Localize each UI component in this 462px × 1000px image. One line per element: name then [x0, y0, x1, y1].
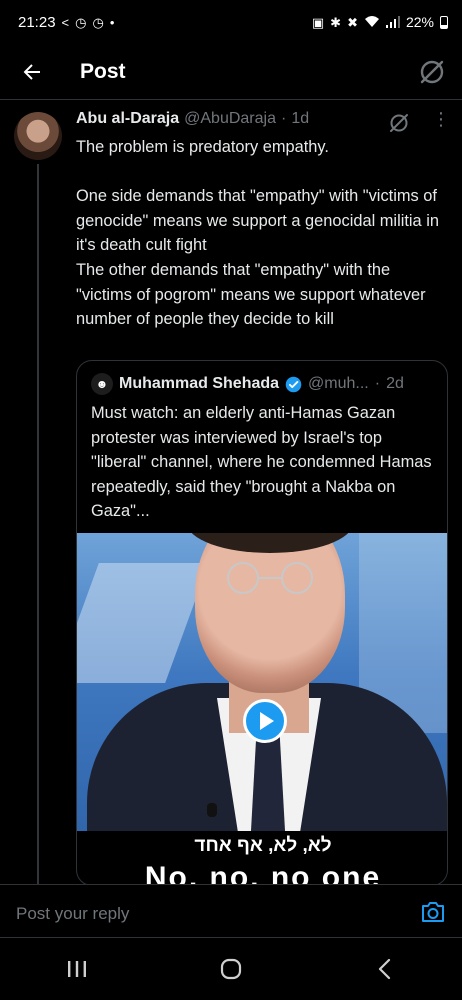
- grok-icon[interactable]: [388, 112, 410, 134]
- battery-icon: [440, 15, 448, 29]
- share-icon: <: [61, 14, 70, 30]
- back-nav-button[interactable]: [355, 949, 415, 989]
- wifi-icon: [364, 16, 379, 27]
- video-background: [77, 563, 209, 683]
- avatar[interactable]: [14, 112, 62, 160]
- tweet-time[interactable]: 1d: [291, 110, 309, 128]
- signal-icon: [385, 16, 400, 28]
- home-icon: [220, 958, 242, 980]
- status-right: ▣ ✱ ✖ 22%: [312, 14, 448, 30]
- reply-bar: Post your reply: [0, 884, 462, 938]
- reply-input[interactable]: Post your reply: [16, 904, 129, 924]
- grok-icon[interactable]: [418, 58, 446, 86]
- quote-author-handle: @muh...: [308, 375, 369, 392]
- home-button[interactable]: [201, 949, 261, 989]
- play-button[interactable]: [243, 699, 287, 743]
- author-name[interactable]: Abu al-Daraja: [76, 110, 179, 128]
- subtitle-english: No, no, no one: [144, 861, 382, 886]
- status-time: 21:23: [18, 13, 56, 31]
- dot-icon: •: [109, 14, 115, 30]
- more-options-button[interactable]: ⋮: [432, 110, 450, 128]
- recent-apps-button[interactable]: [47, 949, 107, 989]
- tweet-header: Abu al-Daraja @AbuDaraja · 1d: [76, 110, 309, 128]
- video-player[interactable]: לא, לא, אף אחד No, no, no one: [77, 533, 447, 886]
- verified-badge-icon: [285, 376, 302, 392]
- mute-icon: ✖: [347, 14, 358, 30]
- quote-header: ☻ Muhammad Shehada @muh... · 2d: [91, 373, 404, 395]
- quote-text: Must watch: an elderly anti-Hamas Gazan …: [91, 404, 432, 521]
- subtitle-hebrew: לא, לא, אף אחד: [194, 835, 332, 856]
- separator-dot: ·: [374, 375, 381, 392]
- tweet-text: The problem is predatory empathy. One si…: [76, 138, 439, 329]
- bluetooth-icon: ✱: [330, 14, 342, 30]
- quote-avatar[interactable]: ☻: [91, 373, 113, 395]
- video-microphone: [207, 803, 217, 817]
- back-button[interactable]: [0, 44, 68, 100]
- quote-time: 2d: [386, 375, 404, 392]
- system-nav-bar: [0, 938, 462, 1000]
- camera-icon[interactable]: [420, 900, 446, 924]
- recent-apps-icon: [68, 961, 86, 977]
- separator-dot: ·: [280, 110, 287, 127]
- video-glasses: [227, 562, 313, 594]
- video-head: [195, 533, 345, 693]
- author-handle[interactable]: @AbuDaraja: [184, 110, 276, 128]
- thread-line: [37, 164, 39, 884]
- arrow-left-icon: [23, 63, 40, 80]
- post-header: Post: [0, 44, 462, 100]
- status-left: 21:23 < ◷ ◷ •: [18, 14, 114, 31]
- status-bar: 21:23 < ◷ ◷ • ▣ ✱ ✖ 22%: [0, 0, 462, 44]
- chevron-left-icon: [378, 958, 391, 980]
- battery-percent: 22%: [405, 14, 434, 30]
- page-title: Post: [80, 59, 126, 83]
- clock-icon: ◷: [75, 14, 87, 30]
- quote-author-name: Muhammad Shehada: [119, 375, 280, 392]
- clock-icon: ◷: [92, 14, 104, 30]
- quoted-tweet[interactable]: ☻ Muhammad Shehada @muh... · 2d Must wat…: [76, 360, 448, 886]
- nfc-icon: ▣: [311, 14, 325, 30]
